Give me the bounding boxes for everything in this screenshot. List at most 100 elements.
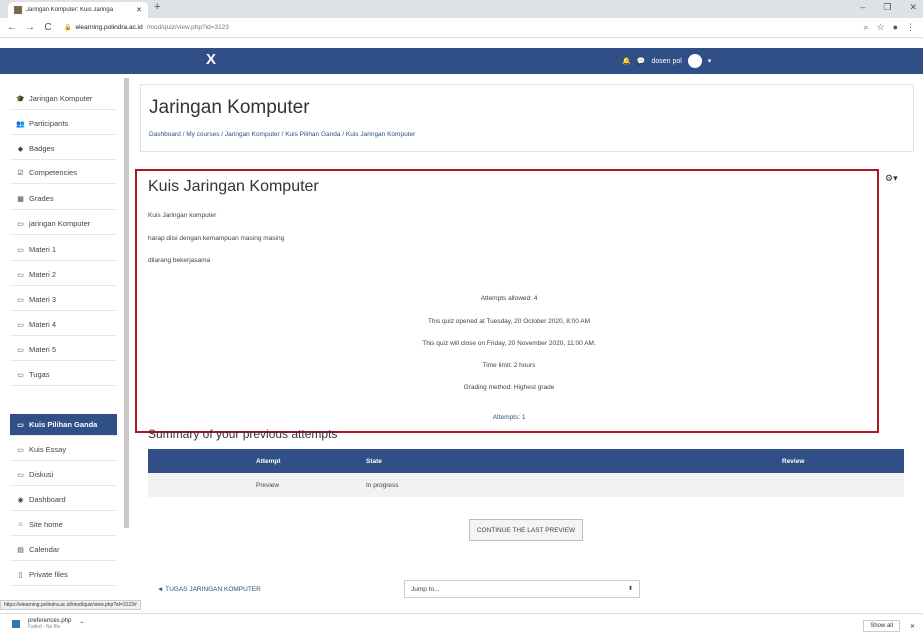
sidebar-item-label: Materi 5 [29, 345, 57, 354]
sidebar-item-label: Competencies [29, 168, 77, 177]
window-close-icon[interactable]: ✕ [909, 2, 917, 13]
reload-icon[interactable]: C [42, 22, 54, 33]
sidebar-item-diskusi[interactable]: ▭ Diskusi [10, 464, 117, 486]
sidebar-item-label: Site home [29, 520, 63, 529]
quiz-intro-line: dilarang bekerjasama [148, 257, 211, 264]
header-state: State [366, 458, 382, 465]
row-state: In progress [366, 482, 399, 489]
file-icon: ▯ [18, 571, 23, 579]
tab-title: Jaringan Komputer: Kuis Jaringa [26, 7, 114, 13]
avatar[interactable] [687, 54, 702, 68]
menu-icon[interactable]: ⋮ [906, 22, 915, 33]
jump-to-value: Jump to... [411, 585, 440, 593]
url-host: elearning.polindra.ac.id [75, 24, 143, 31]
folder-icon: ▭ [17, 296, 24, 304]
chevron-up-icon[interactable]: ⌃ [79, 621, 84, 628]
sidebar-item-label: Calendar [29, 545, 60, 554]
sidebar-item-label: Tugas [29, 370, 50, 379]
folder-icon: ▭ [17, 446, 24, 454]
sidebar-item-participants[interactable]: 👥 Participants [10, 113, 117, 135]
chevron-down-icon[interactable]: ▾ [708, 57, 712, 65]
breadcrumb[interactable]: Dashboard / My courses / Jaringan Komput… [149, 131, 415, 138]
previous-activity-link[interactable]: ◄ TUGAS JARINGAN KOMPUTER [157, 586, 261, 593]
folder-icon: ▭ [17, 220, 24, 228]
bell-icon[interactable]: 🔔 [622, 57, 631, 65]
download-status: Failed - No file [28, 624, 61, 630]
sidebar-item-calendar[interactable]: ▤ Calendar [10, 539, 117, 561]
sidebar-item-badges[interactable]: ◆ Badges [10, 138, 117, 160]
folder-icon: ▭ [17, 346, 24, 354]
folder-icon: ▭ [17, 471, 24, 479]
sidebar-item-label: Materi 2 [29, 270, 57, 279]
sidebar-item-kuis-pilihan-ganda[interactable]: ▭ Kuis Pilihan Ganda [10, 414, 117, 436]
back-icon[interactable]: ← [6, 22, 18, 33]
url-field[interactable]: 🔒 elearning.polindra.ac.id/mod/quiz/view… [64, 24, 229, 31]
sidebar-item-materi-2[interactable]: ▭ Materi 2 [10, 264, 117, 286]
badge-icon: ◆ [17, 145, 24, 153]
sidebar-item-label: Materi 3 [29, 295, 57, 304]
attempts-table: Attempt State Review Preview In progress [148, 449, 904, 497]
quiz-intro-line: Kuis Jaringan komputer [148, 212, 217, 219]
star-icon[interactable]: ☆ [876, 22, 884, 33]
checkbox-icon: ☑ [17, 169, 24, 177]
download-bar-close-icon[interactable]: ✕ [910, 623, 915, 630]
sidebar-item-dashboard[interactable]: ◉ Dashboard [10, 489, 117, 511]
sidebar-item-jaringan-komputer[interactable]: ▭ jaringan Komputer [10, 213, 117, 235]
sidebar-item-materi-1[interactable]: ▭ Materi 1 [10, 239, 117, 261]
sidebar-item-materi-3[interactable]: ▭ Materi 3 [10, 289, 117, 311]
show-all-button[interactable]: Show all [863, 620, 900, 632]
sidebar-item-site-home[interactable]: ⌂ Site home [10, 514, 117, 536]
sidebar-item-materi-5[interactable]: ▭ Materi 5 [10, 339, 117, 361]
sidebar-item-private-files[interactable]: ▯ Private files [10, 564, 117, 586]
forward-icon[interactable]: → [24, 22, 36, 33]
continue-preview-button[interactable]: CONTINUE THE LAST PREVIEW [469, 519, 583, 541]
quiz-intro-line: harap diisi dengan kemampuan masing masi… [148, 235, 285, 242]
quiz-opened: This quiz opened at Tuesday, 20 October … [427, 318, 591, 325]
sidebar-item-label: Kuis Pilihan Ganda [29, 420, 98, 429]
profile-icon[interactable]: ● [893, 22, 898, 33]
favicon-icon [14, 6, 22, 14]
chat-icon[interactable]: 💬 [637, 57, 646, 65]
jump-to-select[interactable]: Jump to... ⬍ [404, 580, 640, 598]
sidebar-item-label: Jaringan Komputer [29, 94, 93, 103]
top-navbar: X 🔔 💬 dosen pol ▾ [0, 48, 923, 74]
sidebar-scrollbar[interactable] [124, 78, 129, 528]
sidebar-item-label: Private files [29, 570, 68, 579]
folder-icon: ▭ [17, 271, 24, 279]
address-bar: ← → C 🔒 elearning.polindra.ac.id/mod/qui… [0, 18, 923, 38]
header-attempt: Attempt [256, 458, 281, 465]
tab-close-icon[interactable]: ✕ [136, 6, 142, 14]
sidebar-item-label: Grades [29, 194, 54, 203]
browser-tab[interactable]: Jaringan Komputer: Kuis Jaringa ✕ [8, 2, 148, 18]
url-path: /mod/quiz/view.php?id=3123 [146, 24, 229, 31]
download-bar: preferences.php Failed - No file ⌃ Show … [0, 613, 923, 636]
sidebar-item-tugas[interactable]: ▭ Tugas [10, 364, 117, 386]
new-tab-button[interactable]: + [154, 1, 160, 13]
row-attempt: Preview [256, 482, 280, 489]
header-review: Review [782, 458, 805, 465]
sidebar-item-materi-4[interactable]: ▭ Materi 4 [10, 314, 117, 336]
drawer-close-button[interactable]: X [206, 51, 216, 68]
attempts-link[interactable]: Attempts: 1 [146, 414, 872, 421]
file-icon [12, 620, 20, 628]
sidebar-item-label: Participants [29, 119, 69, 128]
table-icon: ▦ [17, 195, 24, 203]
page-header: Jaringan Komputer Dashboard / My courses… [140, 84, 914, 152]
username[interactable]: dosen pol [651, 58, 681, 65]
gear-icon[interactable]: ⚙▾ [885, 173, 898, 184]
folder-icon: ▭ [17, 321, 24, 329]
folder-icon: ▭ [17, 371, 24, 379]
users-icon: 👥 [16, 120, 25, 128]
quiz-close: This quiz will close on Friday, 20 Novem… [422, 340, 596, 347]
restore-icon[interactable]: ❐ [883, 2, 891, 13]
table-header: Attempt State Review [148, 449, 904, 473]
grading-method: Grading method: Highest grade [463, 384, 555, 391]
browser-tab-bar: Jaringan Komputer: Kuis Jaringa ✕ + – ❐ … [0, 0, 923, 18]
minimize-icon[interactable]: – [860, 2, 865, 13]
download-item[interactable]: preferences.php Failed - No file ⌃ [12, 618, 84, 630]
sidebar-item-grades[interactable]: ▦ Grades [10, 188, 117, 210]
zoom-icon[interactable]: ⌕ [863, 22, 868, 33]
sidebar-item-competencies[interactable]: ☑ Competencies [10, 162, 117, 184]
sidebar-item-jaringan-komputer[interactable]: 🎓 Jaringan Komputer [10, 88, 117, 110]
sidebar-item-kuis-essay[interactable]: ▭ Kuis Essay [10, 439, 117, 461]
